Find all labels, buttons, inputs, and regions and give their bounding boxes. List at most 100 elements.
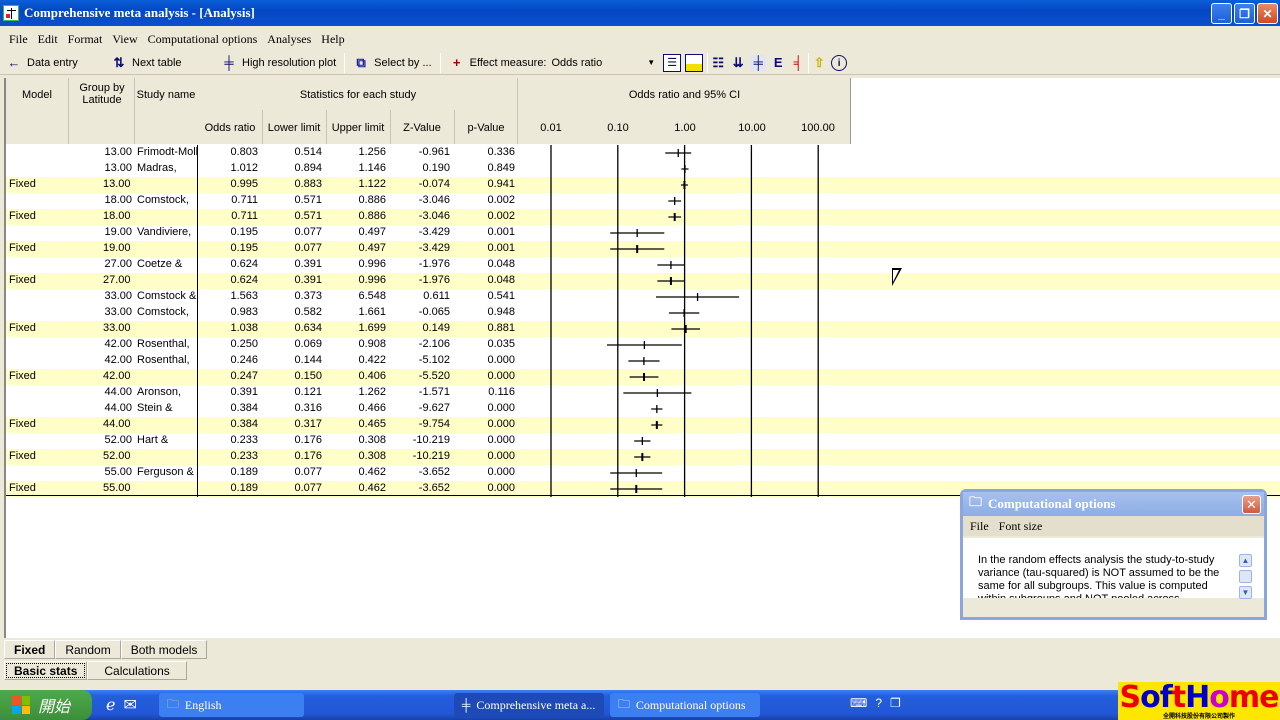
forest-plot: [550, 145, 819, 497]
app-icon: [3, 5, 19, 21]
folder-icon: 🗀: [969, 494, 983, 509]
dialog-title: Computational options: [988, 496, 1116, 511]
pointer-up-icon[interactable]: ⇧: [811, 55, 827, 71]
scroll-down-icon[interactable]: ▼: [1239, 586, 1252, 599]
header-group-by-latitude[interactable]: Group by Latitude: [71, 82, 133, 106]
menu-file[interactable]: File: [4, 32, 33, 47]
header-statistics-group: Statistics for each study: [299, 89, 417, 101]
header-study-name[interactable]: Study name: [134, 89, 198, 101]
header-z-value[interactable]: Z-Value: [390, 122, 454, 134]
header-upper-limit[interactable]: Upper limit: [326, 122, 390, 134]
view-tabs: Basic stats Calculations: [4, 661, 187, 680]
axis-tick-label: 0.10: [607, 122, 629, 134]
data-entry-label: Data entry: [27, 56, 78, 69]
help-icon[interactable]: ?: [875, 696, 882, 710]
menu-bar: File Edit Format View Computational opti…: [0, 28, 1280, 50]
header-odds-ratio[interactable]: Odds ratio: [198, 122, 262, 134]
taskbar-item-label: English: [184, 697, 222, 712]
dialog-scrollbar[interactable]: ▲ ▼: [1239, 554, 1254, 604]
menu-help[interactable]: Help: [316, 32, 349, 47]
highlight-icon[interactable]: [685, 53, 704, 72]
internet-explorer-icon[interactable]: ℯ: [106, 695, 115, 715]
app-icon: ╪: [461, 697, 471, 712]
menu-edit[interactable]: Edit: [33, 32, 63, 47]
forest-plot-icon: ╪: [224, 54, 234, 70]
toolbar-separator: [808, 52, 810, 73]
axis-tick-label: 0.01: [540, 122, 562, 134]
columns-icon[interactable]: ☷: [710, 55, 726, 71]
scroll-up-icon[interactable]: ▲: [1239, 554, 1252, 567]
tab-basic-stats[interactable]: Basic stats: [4, 661, 88, 680]
high-resolution-plot-button[interactable]: ╪ High resolution plot: [215, 52, 342, 74]
restore-button[interactable]: ❐: [1234, 3, 1255, 24]
header-plot-title: Odds ratio and 95% CI: [628, 89, 741, 101]
window-titlebar: Comprehensive meta analysis - [Analysis]…: [0, 0, 1280, 26]
window-title: Comprehensive meta analysis - [Analysis]: [24, 5, 255, 20]
select-by-button[interactable]: ⧉ Select by ...: [347, 52, 437, 74]
dialog-body-text: In the random effects analysis the study…: [963, 538, 1264, 598]
axis-tick-label: 10.00: [738, 122, 766, 134]
header-lower-limit[interactable]: Lower limit: [262, 122, 326, 134]
effect-measure-label: Effect measure:: [469, 56, 547, 69]
tab-random[interactable]: Random: [55, 640, 121, 659]
minimize-button[interactable]: _: [1211, 3, 1232, 24]
chevron-down-icon: ▼: [647, 58, 656, 67]
axis-tick-label: 1.00: [674, 122, 696, 134]
plus-icon: +: [452, 54, 461, 70]
toolbar-separator: [344, 52, 346, 73]
effect-measure-select[interactable]: + Effect measure: Odds ratio ▼: [443, 52, 662, 74]
left-align-plot-icon[interactable]: Ε: [770, 55, 786, 71]
next-table-button[interactable]: ⇅ Next table: [105, 52, 215, 74]
taskbar-item-computational-options[interactable]: 🗀 Computational options: [609, 693, 760, 717]
toolbar-separator: [707, 52, 709, 73]
start-label: 開始: [38, 699, 71, 716]
computational-options-dialog: 🗀 Computational options ✕ File Font size…: [960, 489, 1267, 620]
header-model[interactable]: Model: [6, 89, 68, 101]
taskbar-item-cma[interactable]: ╪ Comprehensive meta a...: [453, 693, 604, 717]
dialog-titlebar[interactable]: 🗀 Computational options: [963, 492, 1264, 516]
dialog-close-button[interactable]: ✕: [1242, 495, 1261, 514]
menu-view[interactable]: View: [107, 32, 142, 47]
model-tabs: Fixed Random Both models: [4, 640, 208, 659]
right-plot-icon[interactable]: ╡: [790, 55, 806, 71]
axis-tick-label: 100.00: [801, 122, 835, 134]
scroll-thumb[interactable]: [1239, 570, 1252, 583]
effect-measure-value: Odds ratio: [551, 56, 603, 69]
windows-logo-icon: [12, 696, 30, 714]
next-table-label: Next table: [132, 56, 182, 69]
menu-computational-options[interactable]: Computational options: [143, 32, 263, 47]
arrow-left-icon: ←: [7, 54, 21, 70]
header-p-value[interactable]: p-Value: [454, 122, 518, 134]
dialog-menu-file[interactable]: File: [970, 519, 989, 534]
close-button[interactable]: ✕: [1257, 3, 1278, 24]
outlook-express-icon[interactable]: ✉: [123, 695, 136, 715]
dialog-menu-font-size[interactable]: Font size: [999, 519, 1043, 534]
softhome-watermark: SoftHome 全開科技股份有限公司製作: [1118, 680, 1280, 720]
dialog-menu: File Font size: [963, 516, 1264, 536]
tab-fixed[interactable]: Fixed: [4, 640, 56, 659]
mouse-cursor: [892, 268, 902, 286]
system-tray: ⌨ ? ❐: [850, 696, 901, 710]
forest-plot-toggle-icon[interactable]: ╪: [750, 54, 767, 71]
info-icon[interactable]: i: [831, 54, 848, 71]
menu-analyses[interactable]: Analyses: [262, 32, 316, 47]
list-view-icon[interactable]: ☰: [663, 53, 682, 72]
taskbar-item-label: Computational options: [635, 697, 746, 712]
keyboard-icon[interactable]: ⌨: [850, 696, 867, 710]
taskbar-item-label: Comprehensive meta a...: [476, 697, 596, 712]
select-windows-icon: ⧉: [356, 54, 366, 70]
menu-format[interactable]: Format: [63, 32, 108, 47]
tab-calculations[interactable]: Calculations: [87, 661, 187, 680]
toolbar: ← Data entry ⇅ Next table ╪ High resolut…: [0, 51, 1280, 75]
sort-columns-icon[interactable]: ⇊: [730, 55, 746, 71]
taskbar-item-english[interactable]: 🗀 English: [158, 693, 304, 717]
start-button[interactable]: 開始: [0, 690, 92, 720]
high-resolution-plot-label: High resolution plot: [242, 56, 337, 69]
watermark-subtitle: 全開科技股份有限公司製作: [1162, 713, 1235, 720]
folder-icon: 🗀: [166, 696, 179, 711]
restore-icon[interactable]: ❐: [890, 696, 901, 710]
data-entry-button[interactable]: ← Data entry: [0, 52, 105, 74]
next-table-icon: ⇅: [113, 54, 125, 70]
window-icon: 🗀: [617, 696, 630, 711]
tab-both-models[interactable]: Both models: [120, 640, 208, 659]
